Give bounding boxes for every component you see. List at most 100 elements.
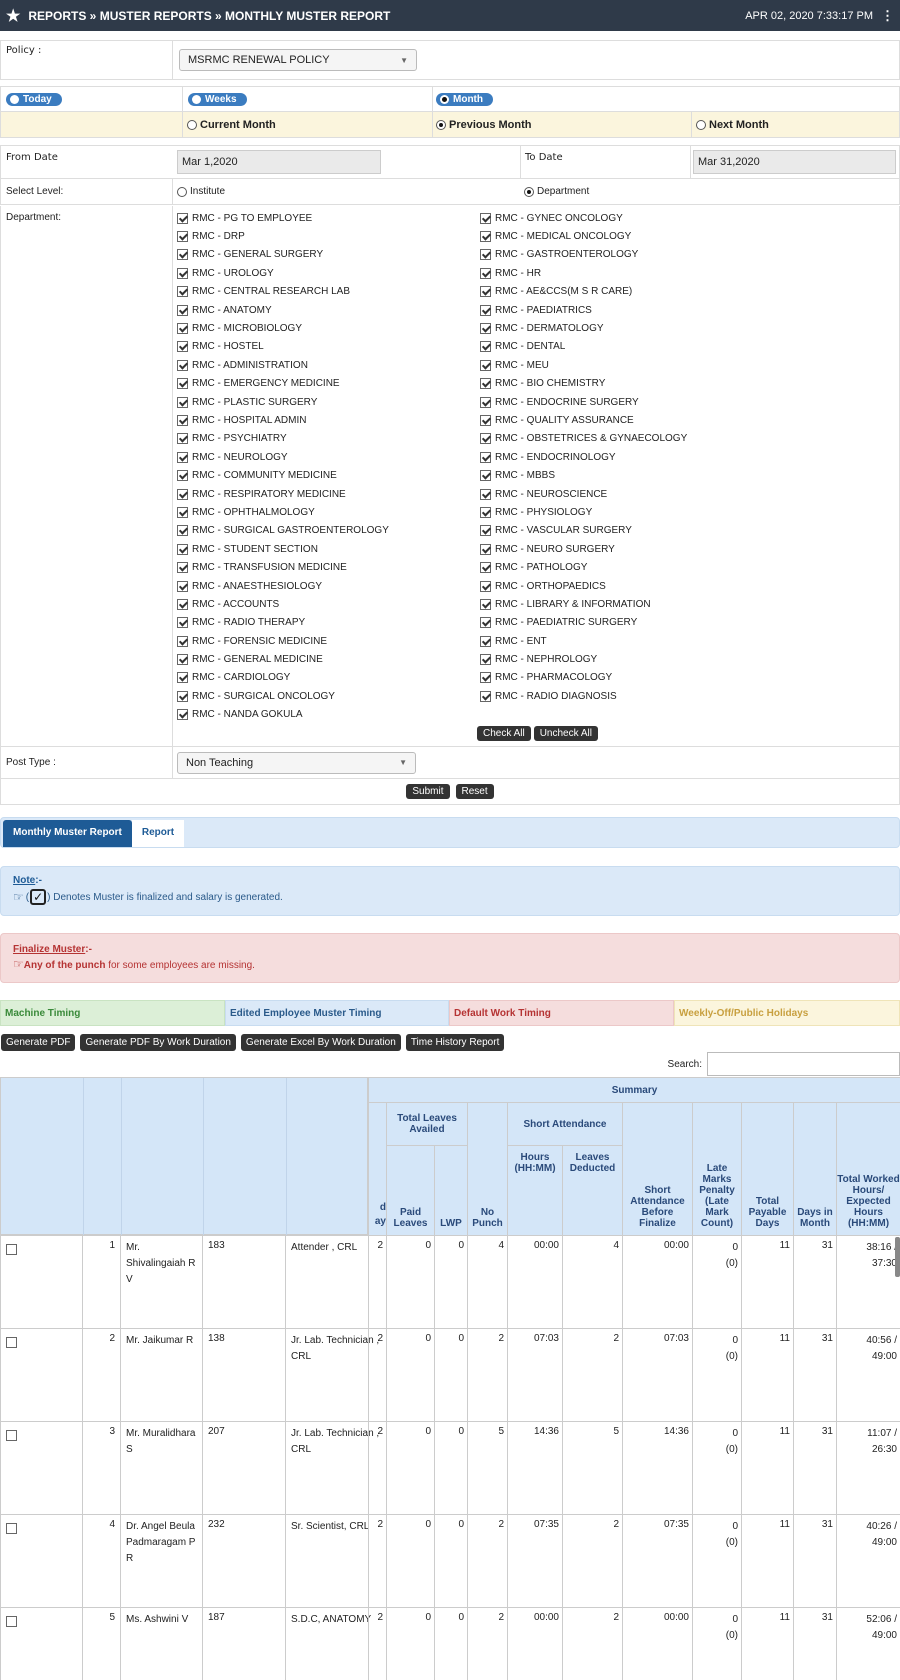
department-item[interactable]: RMC - GYNEC ONCOLOGY [480,209,780,227]
checkbox-checked-icon[interactable] [480,378,491,390]
department-option[interactable]: Department [521,186,589,197]
checkbox-checked-icon[interactable] [480,249,491,261]
department-item[interactable]: RMC - ANAESTHESIOLOGY [177,577,477,595]
checkbox-checked-icon[interactable] [480,470,491,482]
department-item[interactable]: RMC - GENERAL SURGERY [177,246,477,264]
department-item[interactable]: RMC - RADIO DIAGNOSIS [480,687,780,705]
checkbox-checked-icon[interactable] [480,323,491,335]
checkbox-checked-icon[interactable] [480,433,491,445]
department-item[interactable]: RMC - HOSPITAL ADMIN [177,411,477,429]
uncheck-all-button[interactable]: Uncheck All [533,726,598,741]
department-item[interactable]: RMC - PAEDIATRICS [480,301,780,319]
checkbox-checked-icon[interactable] [177,654,188,666]
checkbox-checked-icon[interactable] [480,396,491,408]
checkbox-checked-icon[interactable] [480,506,491,518]
checkbox-checked-icon[interactable] [177,414,188,426]
department-item[interactable]: RMC - ORTHOPAEDICS [480,577,780,595]
row-checkbox[interactable] [6,1523,17,1534]
checkbox-checked-icon[interactable] [480,267,491,279]
checkbox-checked-icon[interactable] [480,341,491,353]
checkbox-checked-icon[interactable] [480,359,491,371]
department-item[interactable]: RMC - NANDA GOKULA [177,706,477,724]
department-item[interactable]: RMC - PSYCHIATRY [177,430,477,448]
checkbox-checked-icon[interactable] [480,580,491,592]
checkbox-checked-icon[interactable] [177,506,188,518]
row-checkbox[interactable] [6,1616,17,1627]
today-option[interactable]: Today [6,92,62,106]
row-checkbox[interactable] [6,1430,17,1441]
institute-option[interactable]: Institute [173,186,521,197]
generate-excel-by-duration-button[interactable]: Generate Excel By Work Duration [240,1034,401,1051]
department-item[interactable]: RMC - TRANSFUSION MEDICINE [177,558,477,576]
scrollbar-thumb[interactable] [895,1237,900,1277]
generate-pdf-button[interactable]: Generate PDF [1,1034,76,1051]
checkbox-checked-icon[interactable] [177,635,188,647]
checkbox-checked-icon[interactable] [177,359,188,371]
weeks-option[interactable]: Weeks [188,92,247,106]
department-item[interactable]: RMC - HOSTEL [177,338,477,356]
checkbox-checked-icon[interactable] [177,249,188,261]
department-item[interactable]: RMC - DERMATOLOGY [480,319,780,337]
department-item[interactable]: RMC - RESPIRATORY MEDICINE [177,485,477,503]
department-item[interactable]: RMC - ANATOMY [177,301,477,319]
department-item[interactable]: RMC - COMMUNITY MEDICINE [177,466,477,484]
checkbox-checked-icon[interactable] [177,488,188,500]
department-item[interactable]: RMC - OPHTHALMOLOGY [177,503,477,521]
department-item[interactable]: RMC - ENDOCRINE SURGERY [480,393,780,411]
check-all-button[interactable]: Check All [477,726,531,741]
from-date-input[interactable]: Mar 1,2020 [177,150,381,174]
checkbox-checked-icon[interactable] [177,709,188,721]
department-item[interactable]: RMC - PATHOLOGY [480,558,780,576]
department-item[interactable]: RMC - UROLOGY [177,264,477,282]
department-item[interactable]: RMC - CENTRAL RESEARCH LAB [177,283,477,301]
department-item[interactable]: RMC - LIBRARY & INFORMATION [480,595,780,613]
department-item[interactable]: RMC - NEUROLOGY [177,448,477,466]
row-checkbox[interactable] [6,1244,17,1255]
department-item[interactable]: RMC - MBBS [480,466,780,484]
checkbox-checked-icon[interactable] [177,672,188,684]
checkbox-checked-icon[interactable] [480,543,491,555]
checkbox-checked-icon[interactable] [177,580,188,592]
department-item[interactable]: RMC - SURGICAL GASTROENTEROLOGY [177,522,477,540]
submit-button[interactable]: Submit [406,784,450,799]
tab-report[interactable]: Report [131,820,185,847]
checkbox-checked-icon[interactable] [177,617,188,629]
checkbox-checked-icon[interactable] [177,470,188,482]
department-item[interactable]: RMC - NEPHROLOGY [480,650,780,668]
department-item[interactable]: RMC - EMERGENCY MEDICINE [177,375,477,393]
checkbox-checked-icon[interactable] [177,286,188,298]
department-item[interactable]: RMC - ENDOCRINOLOGY [480,448,780,466]
department-item[interactable]: RMC - QUALITY ASSURANCE [480,411,780,429]
checkbox-checked-icon[interactable] [480,304,491,316]
tab-monthly-muster-report[interactable]: Monthly Muster Report [3,820,132,847]
department-item[interactable]: RMC - ADMINISTRATION [177,356,477,374]
checkbox-checked-icon[interactable] [480,690,491,702]
checkbox-checked-icon[interactable] [177,543,188,555]
department-item[interactable]: RMC - HR [480,264,780,282]
department-item[interactable]: RMC - PG TO EMPLOYEE [177,209,477,227]
department-item[interactable]: RMC - MEU [480,356,780,374]
checkbox-checked-icon[interactable] [480,635,491,647]
department-item[interactable]: RMC - OBSTETRICES & GYNAECOLOGY [480,430,780,448]
checkbox-checked-icon[interactable] [177,267,188,279]
department-item[interactable]: RMC - PHARMACOLOGY [480,669,780,687]
department-item[interactable]: RMC - RADIO THERAPY [177,614,477,632]
department-item[interactable]: RMC - FORENSIC MEDICINE [177,632,477,650]
more-icon[interactable]: ⋮ [881,8,894,24]
checkbox-checked-icon[interactable] [177,231,188,243]
department-item[interactable]: RMC - DRP [177,227,477,245]
checkbox-checked-icon[interactable] [177,378,188,390]
previous-month-option[interactable]: Previous Month [433,112,692,137]
department-item[interactable]: RMC - PAEDIATRIC SURGERY [480,614,780,632]
department-item[interactable]: RMC - DENTAL [480,338,780,356]
checkbox-checked-icon[interactable] [480,231,491,243]
checkbox-checked-icon[interactable] [480,654,491,666]
checkbox-checked-icon[interactable] [480,525,491,537]
checkbox-checked-icon[interactable] [480,562,491,574]
checkbox-checked-icon[interactable] [177,212,188,224]
generate-pdf-by-duration-button[interactable]: Generate PDF By Work Duration [80,1034,236,1051]
reset-button[interactable]: Reset [455,784,494,799]
checkbox-checked-icon[interactable] [177,598,188,610]
department-item[interactable]: RMC - CARDIOLOGY [177,669,477,687]
department-item[interactable]: RMC - PHYSIOLOGY [480,503,780,521]
